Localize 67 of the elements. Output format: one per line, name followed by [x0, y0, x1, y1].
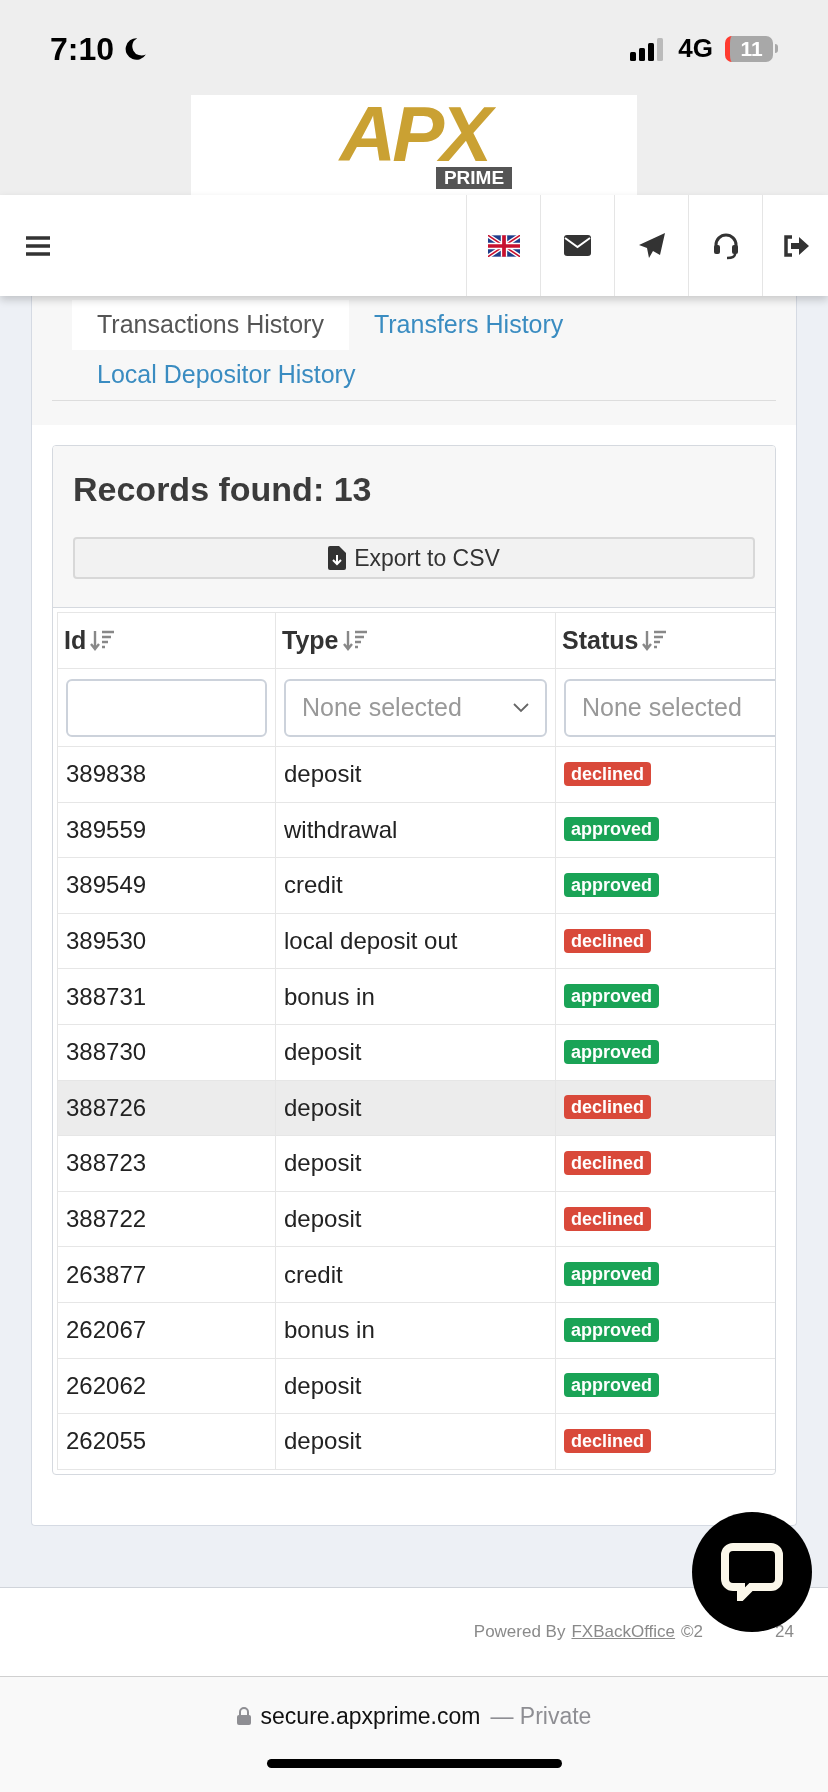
table-cell: 388730 [66, 1038, 147, 1066]
status-badge: approved [564, 1373, 660, 1398]
status-badge: declined [564, 761, 652, 786]
records-count: Records found: 13 [73, 469, 373, 510]
table-cell: credit [284, 1260, 343, 1288]
table-cell: 263877 [66, 1260, 147, 1288]
url-domain[interactable]: secure.apxprime.com [260, 1698, 481, 1734]
envelope-icon [564, 235, 591, 256]
uk-flag-icon [487, 234, 520, 257]
sort-icon [642, 628, 669, 653]
table-cell: withdrawal [284, 815, 398, 843]
status-badge: declined [564, 928, 652, 953]
lock-icon [236, 1706, 251, 1725]
clock-time: 7:10 [50, 29, 115, 69]
table-cell: deposit [284, 1205, 362, 1233]
table-cell: deposit [284, 1093, 362, 1121]
table-cell: 389838 [66, 760, 147, 788]
table-cell: 262062 [66, 1371, 147, 1399]
table-cell: 262067 [66, 1316, 147, 1344]
battery-indicator: 11 [725, 35, 778, 62]
table-cell: deposit [284, 760, 362, 788]
status-badge: declined [564, 1206, 652, 1231]
sign-out-icon [781, 233, 810, 258]
menu-icon [26, 235, 50, 256]
status-badge: declined [564, 1095, 652, 1120]
logo: APXPRIME [191, 95, 637, 195]
table-cell: bonus in [284, 1316, 375, 1344]
status-badge: approved [564, 1262, 660, 1287]
table-cell: 389549 [66, 871, 147, 899]
status-badge: approved [564, 1039, 660, 1064]
status-badge: declined [564, 1428, 652, 1453]
table-cell: local deposit out [284, 927, 458, 955]
status-badge: approved [564, 817, 660, 842]
export-csv-button[interactable]: Export to CSV [73, 537, 755, 579]
table-cell: 388723 [66, 1149, 147, 1177]
sort-icon [90, 628, 117, 653]
private-label: — Private [490, 1701, 592, 1731]
table-cell: 388731 [66, 982, 147, 1010]
table-cell: 388722 [66, 1205, 147, 1233]
footer-text: 24 [775, 1620, 794, 1643]
table-cell: 389530 [66, 927, 147, 955]
status-badge: approved [564, 1317, 660, 1342]
table-cell: 388726 [66, 1093, 147, 1121]
table-cell: deposit [284, 1371, 362, 1399]
table-cell: deposit [284, 1149, 362, 1177]
table-cell: 262055 [66, 1427, 147, 1455]
table-cell: deposit [284, 1038, 362, 1066]
chat-bubble-icon [721, 1543, 783, 1601]
headset-icon [711, 231, 740, 260]
table-cell: 389559 [66, 815, 147, 843]
network-label: 4G [678, 32, 713, 65]
sort-icon [342, 628, 369, 653]
table-cell: credit [284, 871, 343, 899]
status-badge: approved [564, 873, 660, 897]
table-cell: bonus in [284, 982, 375, 1010]
id-filter-field[interactable] [66, 678, 267, 737]
status-badge: declined [564, 1150, 652, 1175]
file-download-icon [328, 546, 347, 570]
chevron-down-icon [513, 702, 529, 713]
paper-plane-icon [637, 231, 666, 260]
footer-text: Powered By [473, 1620, 566, 1643]
table-cell: deposit [284, 1427, 362, 1455]
column-header[interactable]: Id [64, 621, 87, 660]
status-badge: approved [564, 984, 660, 1009]
footer-text: ©2 [681, 1620, 704, 1643]
column-header[interactable]: Type [282, 621, 339, 660]
tab[interactable]: Transactions History [72, 300, 349, 350]
